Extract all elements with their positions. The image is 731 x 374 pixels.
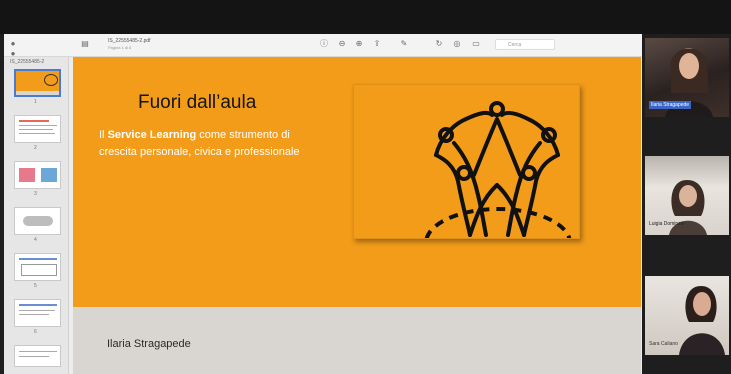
participant-tile-2[interactable]: Luigia Dominzio <box>645 156 729 235</box>
share-icon[interactable]: ⇪ <box>372 39 382 49</box>
participant-name: Ilaria Stragapede <box>649 101 692 109</box>
participant-name: Luigia Dominzio <box>649 221 685 227</box>
markup-icon[interactable]: ✎ <box>399 39 409 49</box>
rotate-icon[interactable]: ↻ <box>434 39 444 49</box>
zoom-in-icon[interactable]: ⊕ <box>354 39 364 49</box>
sidebar-header: IS_22555485-2 <box>10 59 45 65</box>
annotate-icon[interactable]: ◎ <box>452 39 462 49</box>
page-number: 2 <box>34 145 37 151</box>
thumbnail-page-5[interactable] <box>14 253 61 281</box>
participant-tile-1[interactable]: Ilaria Stragapede <box>645 38 729 117</box>
slide-author: Ilaria Stragapede <box>107 338 191 350</box>
thumbnail-page-4[interactable] <box>14 207 61 235</box>
page-number: 4 <box>34 237 37 243</box>
thumbnail-page-2[interactable] <box>14 115 61 143</box>
info-icon[interactable]: ⓘ <box>319 39 329 49</box>
pdf-toolbar: ● ● ● ▤ IS_22555485-2.pdf Pagina 1 di 8 … <box>4 34 642 68</box>
slide-subtitle-bold: Service Learning <box>107 129 197 141</box>
page-number: 6 <box>34 329 37 335</box>
file-page-info: Pagina 1 di 8 <box>108 45 132 50</box>
page-number: 5 <box>34 283 37 289</box>
page-number: 3 <box>34 191 37 197</box>
sidebar-toggle-icon[interactable]: ▤ <box>80 39 90 49</box>
crop-icon[interactable]: ▭ <box>471 39 481 49</box>
page-number: 1 <box>34 99 37 105</box>
slide-subtitle: Il Service Learning come strumento di cr… <box>99 129 300 158</box>
zoom-out-icon[interactable]: ⊖ <box>337 39 347 49</box>
participant-tile-3[interactable]: Sara Caliano <box>645 276 729 355</box>
thumbnail-sidebar: IS_22555485-2 1 2 3 4 5 6 <box>4 57 69 374</box>
window-controls[interactable]: ● ● ● <box>8 39 18 68</box>
meeting-top-bar <box>0 0 731 34</box>
thumbnail-page-6[interactable] <box>14 299 61 327</box>
thumbnail-page-1[interactable] <box>14 69 61 97</box>
slide-image-panel <box>353 84 580 279</box>
thumbnail-page-3[interactable] <box>14 161 61 189</box>
pdf-slide-page: Fuori dall’aula Il Service Learning come… <box>73 57 641 374</box>
search-input[interactable]: Cerca <box>495 39 555 50</box>
people-circle-icon <box>424 101 572 279</box>
slide-title: Fuori dall’aula <box>138 92 257 113</box>
participant-name: Sara Caliano <box>649 341 678 347</box>
thumbnail-page-7[interactable] <box>14 345 61 367</box>
file-name: IS_22555485-2.pdf <box>108 38 151 44</box>
